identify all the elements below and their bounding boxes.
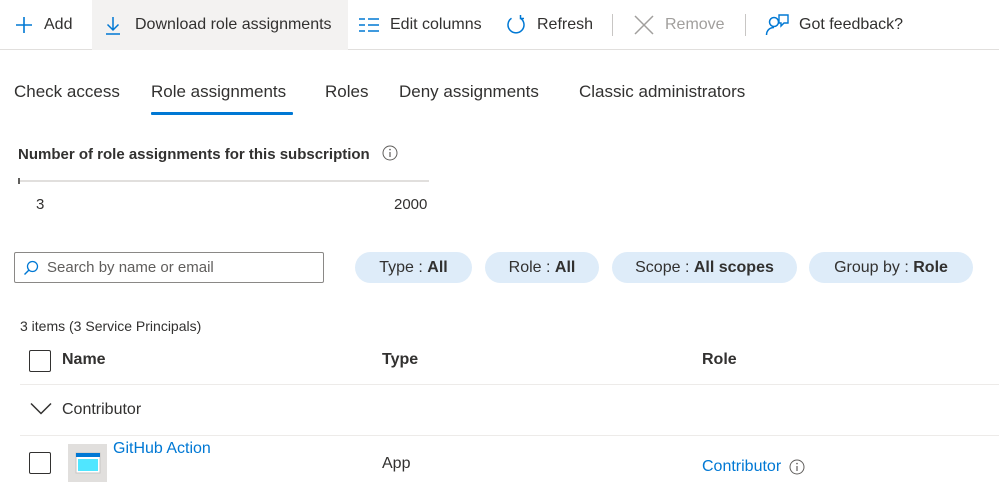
group-by-value: Role xyxy=(913,258,948,276)
filter-type-value: All xyxy=(427,258,448,276)
add-icon xyxy=(14,15,34,35)
row-role-link[interactable]: Contributor xyxy=(702,458,781,476)
edit-columns-button[interactable]: Edit columns xyxy=(358,0,482,50)
role-assignment-count-title: Number of role assignments for this subs… xyxy=(18,145,398,163)
toolbar-divider xyxy=(745,14,746,36)
filter-type-key: Type xyxy=(379,258,414,276)
role-assignment-usage-fill xyxy=(18,178,20,184)
row-checkbox[interactable] xyxy=(29,452,51,474)
group-header-contributor[interactable]: Contributor xyxy=(62,401,141,419)
filter-type-pill[interactable]: Type : All xyxy=(355,252,472,283)
column-header-role[interactable]: Role xyxy=(702,351,737,369)
refresh-label: Refresh xyxy=(537,16,594,33)
info-icon[interactable] xyxy=(789,459,805,475)
tab-classic-administrators[interactable]: Classic administrators xyxy=(579,82,745,102)
items-count: 3 items (3 Service Principals) xyxy=(20,318,202,334)
command-bar: Add Download role assignments Edit colum… xyxy=(0,0,999,50)
tab-deny-assignments[interactable]: Deny assignments xyxy=(399,82,539,102)
remove-label: Remove xyxy=(665,16,725,33)
download-icon xyxy=(104,15,122,35)
add-label: Add xyxy=(44,16,73,33)
tab-check-access[interactable]: Check access xyxy=(14,82,120,102)
app-icon xyxy=(68,444,107,482)
toolbar-divider xyxy=(612,14,613,36)
search-input[interactable] xyxy=(45,258,315,277)
search-icon xyxy=(23,260,39,276)
select-all-checkbox[interactable] xyxy=(29,350,51,372)
tab-selected-indicator xyxy=(151,112,293,115)
header-divider xyxy=(20,384,999,385)
max-count: 2000 xyxy=(394,196,428,213)
column-header-name[interactable]: Name xyxy=(62,351,106,369)
filter-role-pill[interactable]: Role : All xyxy=(485,252,599,283)
search-box[interactable] xyxy=(14,252,324,283)
role-assignment-usage-bar xyxy=(18,180,429,182)
tab-roles[interactable]: Roles xyxy=(325,82,368,102)
row-type: App xyxy=(382,455,411,472)
row-name-link[interactable]: GitHub Action xyxy=(113,440,211,458)
group-divider xyxy=(20,435,999,436)
add-button[interactable]: Add xyxy=(14,0,72,50)
filter-scope-value: All scopes xyxy=(693,258,774,276)
tab-role-assignments[interactable]: Role assignments xyxy=(151,82,286,102)
group-by-pill[interactable]: Group by : Role xyxy=(809,252,973,283)
edit-columns-label: Edit columns xyxy=(390,16,482,33)
info-icon[interactable] xyxy=(382,145,398,161)
download-role-assignments-button[interactable]: Download role assignments xyxy=(92,0,348,50)
row-role: Contributor xyxy=(702,458,805,476)
filter-role-value: All xyxy=(554,258,576,276)
remove-icon xyxy=(633,14,655,36)
edit-columns-icon xyxy=(358,17,380,33)
column-header-type[interactable]: Type xyxy=(382,351,418,369)
refresh-button[interactable]: Refresh xyxy=(505,0,593,50)
filter-scope-pill[interactable]: Scope : All scopes xyxy=(612,252,797,283)
filter-scope-key: Scope xyxy=(635,258,681,276)
count-title-text: Number of role assignments for this subs… xyxy=(18,146,370,163)
download-label: Download role assignments xyxy=(135,16,332,33)
feedback-label: Got feedback? xyxy=(799,16,904,33)
feedback-icon xyxy=(765,13,789,37)
group-by-key: Group by xyxy=(834,258,900,276)
filter-role-key: Role xyxy=(508,258,542,276)
refresh-icon xyxy=(505,14,527,36)
remove-button[interactable]: Remove xyxy=(633,0,725,50)
feedback-button[interactable]: Got feedback? xyxy=(765,0,903,50)
chevron-down-icon[interactable] xyxy=(30,402,52,416)
current-count: 3 xyxy=(36,196,45,213)
